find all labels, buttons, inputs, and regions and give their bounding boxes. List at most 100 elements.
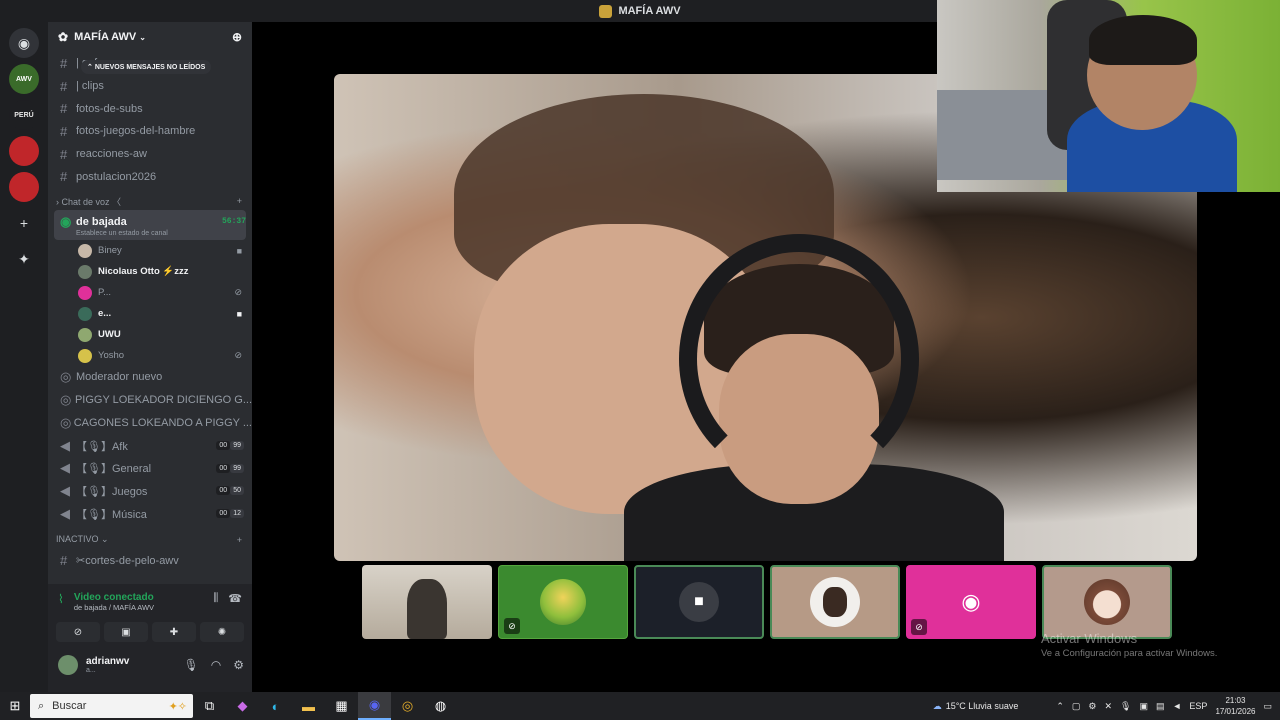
stage-channel[interactable]: ◎ Moderador nuevo — [48, 366, 252, 389]
camera-icon: ■ — [236, 308, 242, 319]
participant-tile[interactable] — [770, 565, 900, 639]
clock[interactable]: 21:03 17/01/2026 — [1215, 695, 1255, 717]
voice-channel-de-bajada[interactable]: ◉ de bajada 56:37 Establece un estado de c… — [54, 210, 246, 241]
username[interactable]: adrianwv — [86, 656, 129, 667]
new-messages-banner[interactable]: ⌃ NUEVOS MENSAJES NO LEÍDOS — [81, 60, 212, 74]
settings-gear-icon[interactable]: ⚙ — [233, 658, 244, 672]
plus-icon[interactable]: + — [237, 535, 242, 545]
participant-tile[interactable]: ⊘ — [498, 565, 628, 639]
stage-channel[interactable]: ◎ PIGGY LOEKADOR DICIENGO G... — [48, 389, 252, 412]
volume-icon[interactable]: ◄ — [1173, 701, 1182, 711]
network-icon[interactable]: ▤ — [1156, 701, 1165, 712]
avatar — [1084, 579, 1130, 625]
speaker-icon: ◉ — [60, 213, 72, 229]
window-title: MAFÍA AWV — [618, 5, 681, 17]
webcam-overlay — [937, 0, 1280, 192]
participant-tile[interactable] — [1042, 565, 1172, 639]
voice-user[interactable]: Biney ■ — [48, 240, 252, 261]
server-red-1[interactable] — [9, 136, 39, 166]
channel-fotos-juegos[interactable]: # fotos-juegos-del-hambre — [48, 120, 252, 143]
channel-reacciones[interactable]: # reacciones-aw — [48, 143, 252, 166]
screen-share-button[interactable]: ▣ — [104, 622, 148, 642]
store-icon[interactable]: ▦ — [325, 692, 358, 720]
tray-icon[interactable]: ▢ — [1072, 701, 1081, 712]
noise-suppression-icon[interactable]: ⫼ — [213, 592, 218, 612]
search-icon: ⌕ — [38, 699, 45, 712]
edge-icon[interactable]: ◐ — [259, 692, 292, 720]
mic-icon[interactable]: 🎙 — [184, 658, 199, 672]
plus-icon[interactable]: + — [237, 196, 242, 206]
server-header[interactable]: ✿ MAFÍA AWV ⌄ ⊕ — [48, 22, 252, 52]
speaker-icon: ◀ — [60, 437, 70, 453]
mic-muted-icon: ⊘ — [911, 619, 927, 635]
camera-icon: ■ — [679, 582, 719, 622]
discord-taskbar-icon[interactable]: ◉ — [358, 692, 391, 720]
server-peru[interactable]: PERÚ — [9, 100, 39, 130]
channel-status[interactable]: Establece un estado de canal — [60, 230, 168, 237]
windows-start-icon[interactable]: ⊞ — [0, 692, 30, 720]
tray-icon[interactable]: ⚙ — [1088, 701, 1096, 712]
mic-icon[interactable]: 🎙 — [1120, 701, 1131, 712]
video-stage: ⊘ ■ ◉ ⊘ Activar Windows Ve a Configuració… — [252, 0, 1280, 692]
file-explorer-icon[interactable]: ▬ — [292, 692, 325, 720]
notification-icon[interactable]: ▭ — [1263, 701, 1272, 712]
compass-icon[interactable]: ✦ — [9, 244, 39, 274]
channel-fotos-de-subs[interactable]: # fotos-de-subs — [48, 97, 252, 120]
chevron-up-icon[interactable]: ⌃ — [1056, 701, 1064, 712]
plus-icon[interactable]: + — [9, 208, 39, 238]
stage-channel[interactable]: ◎ CAGONES LOKEANDO A PIGGY ... — [48, 412, 252, 435]
taskbar: ⊞ ⌕ Buscar ✦✧ ⧉ ◆ ◐ ▬ ▦ ◉ ◎ ◍ ☁ 15°C Lluv… — [0, 692, 1280, 720]
category-inactivo[interactable]: INACTIVO ⌄ + — [48, 531, 252, 549]
activities-button[interactable]: ✚ — [152, 622, 196, 642]
voice-user[interactable]: Nicolaus Otto ⚡zzz — [48, 261, 252, 282]
tray-icon[interactable]: ▣ — [1139, 701, 1148, 712]
stage-icon: ◎ — [60, 414, 72, 430]
participant-tiles: ⊘ ■ ◉ ⊘ — [362, 565, 1172, 639]
disconnect-icon[interactable]: ☎ — [228, 592, 242, 612]
server-red-2[interactable] — [9, 172, 39, 202]
cloud-icon: ☁ — [932, 700, 942, 711]
channel-clips[interactable]: # | clips — [48, 75, 252, 98]
weather-widget[interactable]: ☁ 15°C Lluvia suave — [933, 701, 1019, 712]
signal-icon[interactable]: ⌇ — [58, 592, 64, 612]
avatar[interactable] — [58, 655, 78, 675]
voice-user[interactable]: e... ■ — [48, 303, 252, 324]
category-chat-de-voz[interactable]: › Chat de voz 〈 + — [48, 192, 252, 210]
channel-cortes[interactable]: # ✂cortes-de-pelo-awv — [48, 549, 252, 572]
discord-icon: ◉ — [961, 589, 981, 614]
add-member-icon[interactable]: ⊕ — [232, 30, 242, 44]
taskbar-search[interactable]: ⌕ Buscar ✦✧ — [30, 694, 193, 718]
server-awv[interactable]: AWV — [9, 64, 39, 94]
voice-user[interactable]: Yosho ⊘ — [48, 345, 252, 366]
headphones-icon[interactable]: ◠ — [211, 658, 221, 672]
chrome-icon[interactable]: ◎ — [391, 692, 424, 720]
voice-channel-general[interactable]: ◀ 【🎙】General 00 99 — [48, 457, 252, 480]
channel-name: de bajada — [76, 215, 127, 228]
channel-postulacion[interactable]: # postulacion2026 — [48, 165, 252, 188]
sparkle-icon: ✦✧ — [168, 700, 187, 713]
participant-tile[interactable]: ■ — [634, 565, 764, 639]
camera-off-button[interactable]: ⊘ — [56, 622, 100, 642]
copilot-icon[interactable]: ◆ — [226, 692, 259, 720]
task-view-icon[interactable]: ⧉ — [193, 692, 226, 720]
voice-channel-afk[interactable]: ◀ 【🎙】Afk 00 99 — [48, 434, 252, 457]
discord-home-icon[interactable]: ◉ — [9, 28, 39, 58]
avatar — [810, 577, 860, 627]
language-indicator[interactable]: ESP — [1189, 701, 1207, 711]
voice-channel-musica[interactable]: ◀ 【🎙】Música 00 12 — [48, 502, 252, 525]
connection-status[interactable]: Video conectado — [74, 592, 154, 603]
obs-icon[interactable]: ◍ — [424, 692, 457, 720]
activation-watermark: Activar Windows Ve a Configuración para … — [1041, 631, 1217, 659]
system-tray: ☁ 15°C Lluvia suave ⌃ ▢ ⚙ ✕ 🎙 ▣ ▤ ◄ ESP 2… — [933, 695, 1280, 717]
voice-channel-juegos[interactable]: ◀ 【🎙】Juegos 00 50 — [48, 480, 252, 503]
tray-icon[interactable]: ✕ — [1104, 701, 1112, 712]
connection-channel[interactable]: de bajada / MAFÍA AWV — [74, 603, 154, 612]
avatar — [78, 306, 92, 321]
user-limit-badge: 00 99 — [216, 463, 244, 473]
voice-user[interactable]: UWU — [48, 324, 252, 345]
voice-user[interactable]: P... ⊘ — [48, 282, 252, 303]
soundboard-button[interactable]: ✺ — [200, 622, 244, 642]
video-content — [679, 234, 919, 484]
participant-tile[interactable] — [362, 565, 492, 639]
participant-tile[interactable]: ◉ ⊘ — [906, 565, 1036, 639]
